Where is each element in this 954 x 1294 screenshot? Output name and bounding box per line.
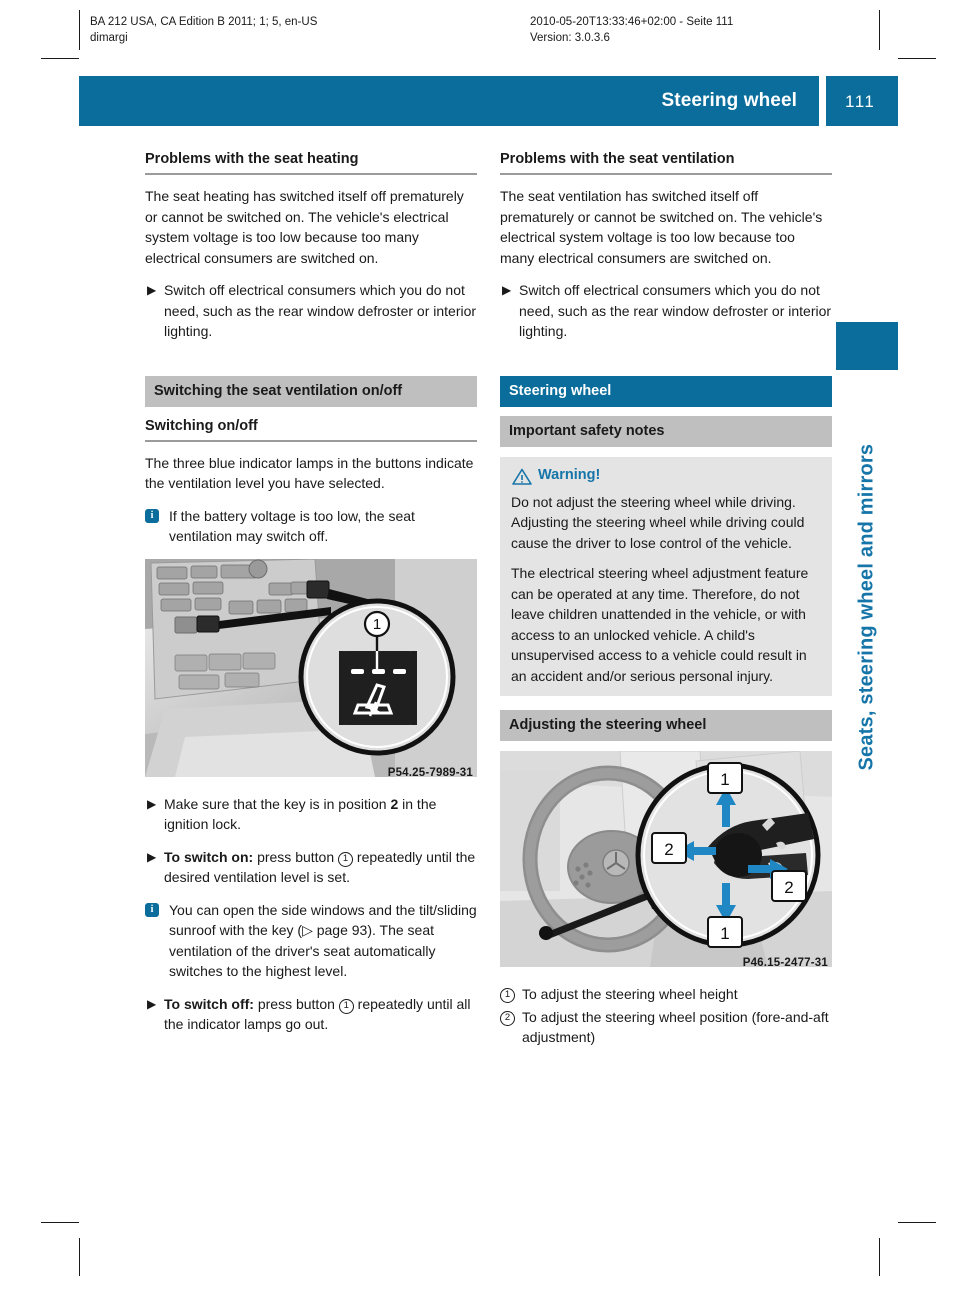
page-title: Steering wheel	[661, 90, 797, 111]
callout-number-1: 1	[338, 851, 354, 867]
callout-number-1: 1	[500, 988, 515, 1003]
svg-text:1: 1	[720, 770, 729, 789]
page-number-box: 111	[826, 76, 898, 126]
left-section-bar-ventilation: Switching the seat ventilation on/off	[145, 375, 477, 407]
crop-mark-bottom-right	[898, 1222, 936, 1223]
right-paragraph-seat-ventilation: The seat ventilation has switched itself…	[500, 188, 823, 266]
warning-paragraph-1: Do not adjust the steering wheel while d…	[511, 493, 805, 551]
left-heading-seat-heating-problems: Problems with the seat heating	[145, 151, 359, 167]
running-head-right: 2010-05-20T13:33:46+02:00 - Seite 111 Ve…	[530, 14, 733, 46]
page-rule-right	[879, 10, 880, 50]
left-step-switch-on: ▶ To switch on: press button 1 repeatedl…	[145, 847, 477, 888]
crop-mark-bottom-left	[41, 1222, 79, 1223]
left-step-switch-on-text-a: press button	[253, 848, 339, 865]
triangle-bullet-icon: ▶	[147, 849, 157, 864]
right-heading-seat-ventilation-problems: Problems with the seat ventilation	[500, 151, 735, 167]
right-section-bar-adjusting: Adjusting the steering wheel	[500, 710, 832, 741]
crop-mark-top-right	[898, 58, 936, 59]
crop-mark-top-left	[41, 58, 79, 59]
figure-steering-wheel-adjustment: 1 1 2 2 P46.15-2477-31	[500, 750, 832, 972]
warning-header: Warning!	[511, 466, 821, 485]
callout-number-1: 1	[338, 998, 354, 1014]
triangle-bullet-icon: ▶	[147, 996, 157, 1011]
svg-text:1: 1	[720, 924, 729, 943]
svg-text:2: 2	[784, 878, 793, 897]
running-head-left: BA 212 USA, CA Edition B 2011; 1; 5, en-…	[90, 14, 317, 46]
left-step-text: Switch off electrical consumers which yo…	[164, 282, 477, 339]
triangle-bullet-icon: ▶	[147, 796, 157, 811]
triangle-bullet-icon: ▶	[502, 283, 512, 297]
callout-number-2: 2	[500, 1010, 515, 1026]
legend-item-2: 2 To adjust the steering wheel position …	[500, 1007, 832, 1048]
right-step-text: Switch off electrical consumers which yo…	[519, 282, 832, 339]
warning-box: Warning! Do not adjust the steering whee…	[500, 456, 832, 696]
info-icon: i	[145, 902, 159, 917]
figure-seat-ventilation-button: 1 P54.25-7989-31	[145, 557, 477, 782]
legend-item-1: 1 To adjust the steering wheel height	[500, 984, 832, 1005]
right-section-bar-safety-notes: Important safety notes	[500, 415, 832, 447]
warning-title: Warning!	[538, 466, 601, 483]
left-step-switch-off: ▶ To switch off: press button 1 repeated…	[145, 994, 477, 1035]
left-step-switch-off-consumers: ▶ Switch off electrical consumers which …	[145, 280, 477, 342]
svg-text:1: 1	[373, 616, 381, 633]
page-header-band: Steering wheel	[79, 76, 819, 126]
figure-seat-ventilation-button-image: 1	[145, 557, 477, 777]
doc-version: Version: 3.0.3.6	[530, 32, 610, 44]
left-step-switch-off-text-a: press button	[253, 995, 339, 1012]
triangle-bullet-icon: ▶	[147, 283, 157, 297]
left-paragraph-indicator-lamps: The three blue indicator lamps in the bu…	[145, 454, 474, 492]
side-tab: Seats, steering wheel and mirrors	[836, 370, 898, 790]
heading-underline-2	[145, 439, 477, 442]
figure-caption-ventilation: P54.25-7989-31	[387, 766, 473, 779]
legend-item-2-text: To adjust the steering wheel position (f…	[522, 1008, 829, 1046]
right-step-switch-off-consumers: ▶ Switch off electrical consumers which …	[500, 280, 832, 342]
warning-triangle-icon	[512, 468, 532, 485]
left-step-switch-off-label: To switch off:	[164, 995, 254, 1012]
doc-timestamp: 2010-05-20T13:33:46+02:00 - Seite 111	[530, 16, 734, 28]
left-heading-switching-onoff: Switching on/off	[145, 417, 258, 434]
left-step-key-position: ▶ Make sure that the key is in position …	[145, 794, 477, 835]
right-column: Problems with the seat ventilation The s…	[500, 150, 832, 1050]
left-column: Problems with the seat heating The seat …	[145, 150, 477, 1047]
right-chapter-bar-steering-wheel: Steering wheel	[500, 375, 832, 407]
crop-mark-right-bottom	[879, 1238, 880, 1276]
doc-user: dimargi	[90, 32, 128, 44]
page-number: 111	[845, 92, 876, 111]
left-info-note-windows: i You can open the side windows and the …	[145, 900, 477, 982]
side-tab-label: Seats, steering wheel and mirrors	[855, 443, 878, 771]
cross-reference-page[interactable]: ▷ page 93	[302, 922, 367, 938]
legend-item-1-text: To adjust the steering wheel height	[522, 986, 738, 1002]
heading-underline	[145, 173, 477, 175]
page-rule-left	[79, 10, 80, 50]
left-info-note-text: If the battery voltage is too low, the s…	[169, 507, 415, 545]
left-info-note-battery: i If the battery voltage is too low, the…	[145, 506, 477, 547]
figure-caption-steering: P46.15-2477-31	[742, 957, 828, 969]
heading-underline-3	[500, 173, 832, 175]
left-paragraph-seat-heating: The seat heating has switched itself off…	[145, 188, 464, 266]
info-icon: i	[145, 508, 159, 523]
crop-mark-left-bottom	[79, 1238, 80, 1276]
svg-text:2: 2	[664, 840, 673, 859]
warning-paragraph-2: The electrical steering wheel adjustment…	[511, 565, 809, 684]
left-step-switch-on-label: To switch on:	[164, 848, 254, 865]
doc-reference: BA 212 USA, CA Edition B 2011; 1; 5, en-…	[90, 16, 318, 28]
figure-steering-wheel-adjustment-image: 1 1 2 2	[500, 750, 832, 967]
left-step-key-text-a: Make sure that the key is in position	[164, 795, 391, 812]
